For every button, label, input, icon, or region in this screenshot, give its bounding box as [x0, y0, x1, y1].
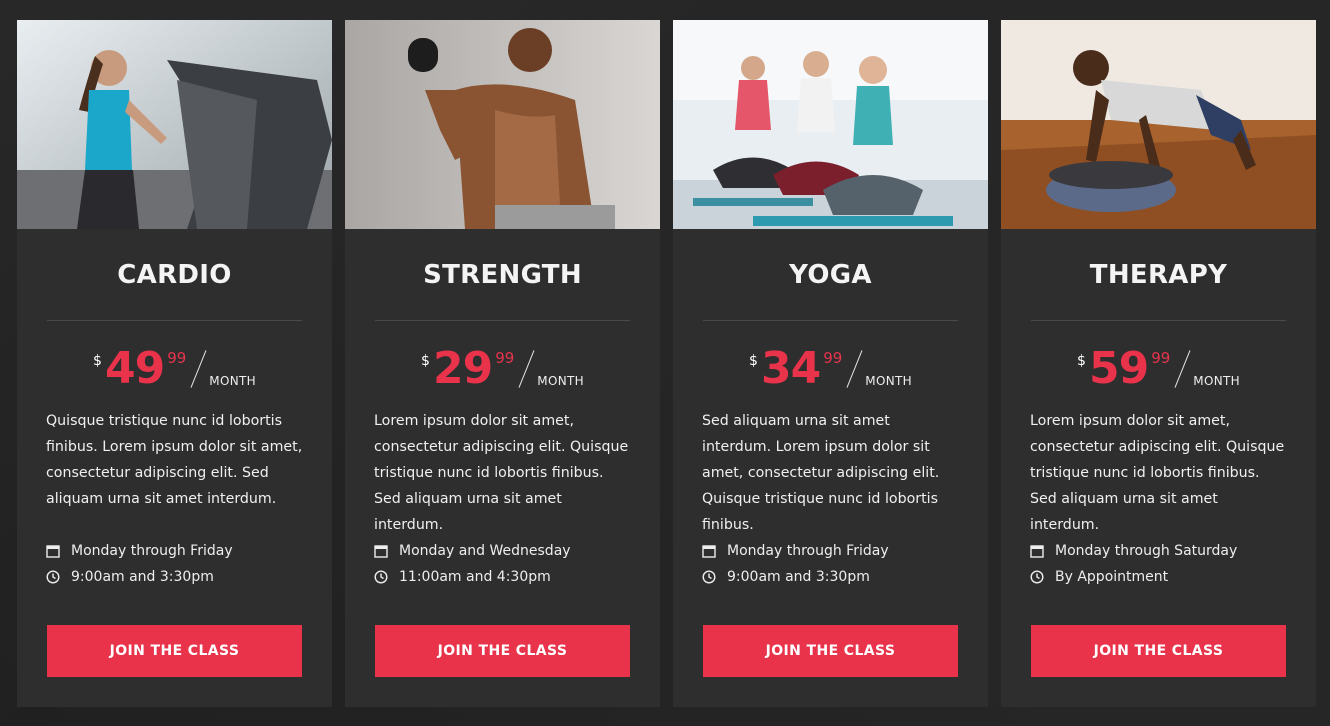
- price-slash: [846, 350, 863, 388]
- clock-icon: [46, 570, 60, 584]
- join-class-button[interactable]: JOIN THE CLASS: [47, 625, 302, 677]
- schedule-days: Monday through Friday: [702, 538, 959, 564]
- clock-icon: [702, 570, 716, 584]
- schedule-days-text: Monday and Wednesday: [399, 543, 571, 559]
- price-slash: [190, 350, 207, 388]
- divider: [47, 320, 302, 321]
- card-photo-strength: [345, 20, 660, 229]
- price-slash: [518, 350, 535, 388]
- price-cents: 99: [823, 349, 843, 367]
- price-cents: 99: [167, 349, 187, 367]
- schedule-time: 11:00am and 4:30pm: [374, 564, 631, 590]
- schedule-time-text: 11:00am and 4:30pm: [399, 569, 551, 585]
- schedule: Monday through Friday 9:00am and 3:30pm: [17, 538, 332, 590]
- schedule-days-text: Monday through Friday: [71, 543, 233, 559]
- price: $ 49 99 MONTH: [17, 347, 332, 393]
- join-class-button[interactable]: JOIN THE CLASS: [703, 625, 958, 677]
- divider: [1031, 320, 1286, 321]
- currency-symbol: $: [749, 353, 758, 369]
- price-cents: 99: [495, 349, 515, 367]
- schedule-days: Monday through Friday: [46, 538, 303, 564]
- schedule: Monday through Saturday By Appointment: [1001, 538, 1316, 590]
- price-period: MONTH: [209, 374, 256, 388]
- card-title: THERAPY: [1089, 260, 1228, 290]
- price: $ 59 99 MONTH: [1001, 347, 1316, 393]
- divider: [375, 320, 630, 321]
- pricing-cards: CARDIO $ 49 99 MONTH Quisque tristique n…: [17, 20, 1316, 707]
- price: $ 34 99 MONTH: [673, 347, 988, 393]
- card-title: STRENGTH: [423, 260, 582, 290]
- price-slash: [1174, 350, 1191, 388]
- price-period: MONTH: [865, 374, 912, 388]
- card-title: YOGA: [789, 260, 872, 290]
- schedule: Monday and Wednesday 11:00am and 4:30pm: [345, 538, 660, 590]
- pricing-card-therapy: THERAPY $ 59 99 MONTH Lorem ipsum dolor …: [1001, 20, 1316, 707]
- currency-symbol: $: [1077, 353, 1086, 369]
- price-amount: 34: [760, 343, 821, 394]
- price-period: MONTH: [537, 374, 584, 388]
- divider: [703, 320, 958, 321]
- join-class-button[interactable]: JOIN THE CLASS: [375, 625, 630, 677]
- schedule-time-text: 9:00am and 3:30pm: [727, 569, 870, 585]
- schedule-time: 9:00am and 3:30pm: [702, 564, 959, 590]
- price-period: MONTH: [1193, 374, 1240, 388]
- pricing-card-yoga: YOGA $ 34 99 MONTH Sed aliquam urna sit …: [673, 20, 988, 707]
- pricing-card-strength: STRENGTH $ 29 99 MONTH Lorem ipsum dolor…: [345, 20, 660, 707]
- card-description: Lorem ipsum dolor sit amet, consectetur …: [374, 413, 629, 533]
- card-description: Sed aliquam urna sit amet interdum. Lore…: [702, 413, 940, 533]
- clock-icon: [1030, 570, 1044, 584]
- currency-symbol: $: [93, 353, 102, 369]
- schedule-days: Monday through Saturday: [1030, 538, 1287, 564]
- schedule-time: By Appointment: [1030, 564, 1287, 590]
- clock-icon: [374, 570, 388, 584]
- price-amount: 59: [1088, 343, 1149, 394]
- card-title: CARDIO: [117, 260, 232, 290]
- schedule: Monday through Friday 9:00am and 3:30pm: [673, 538, 988, 590]
- price-amount: 49: [104, 343, 165, 394]
- card-photo-cardio: [17, 20, 332, 229]
- schedule-time-text: 9:00am and 3:30pm: [71, 569, 214, 585]
- schedule-days-text: Monday through Friday: [727, 543, 889, 559]
- schedule-time-text: By Appointment: [1055, 569, 1169, 585]
- calendar-icon: [374, 545, 388, 558]
- price-cents: 99: [1151, 349, 1171, 367]
- card-description: Lorem ipsum dolor sit amet, consectetur …: [1030, 413, 1285, 533]
- card-photo-therapy: [1001, 20, 1316, 229]
- card-description: Quisque tristique nunc id lobortis finib…: [46, 413, 303, 507]
- schedule-days-text: Monday through Saturday: [1055, 543, 1238, 559]
- calendar-icon: [46, 545, 60, 558]
- card-photo-yoga: [673, 20, 988, 229]
- calendar-icon: [1030, 545, 1044, 558]
- calendar-icon: [702, 545, 716, 558]
- join-class-button[interactable]: JOIN THE CLASS: [1031, 625, 1286, 677]
- currency-symbol: $: [421, 353, 430, 369]
- schedule-time: 9:00am and 3:30pm: [46, 564, 303, 590]
- price-amount: 29: [432, 343, 493, 394]
- schedule-days: Monday and Wednesday: [374, 538, 631, 564]
- pricing-card-cardio: CARDIO $ 49 99 MONTH Quisque tristique n…: [17, 20, 332, 707]
- price: $ 29 99 MONTH: [345, 347, 660, 393]
